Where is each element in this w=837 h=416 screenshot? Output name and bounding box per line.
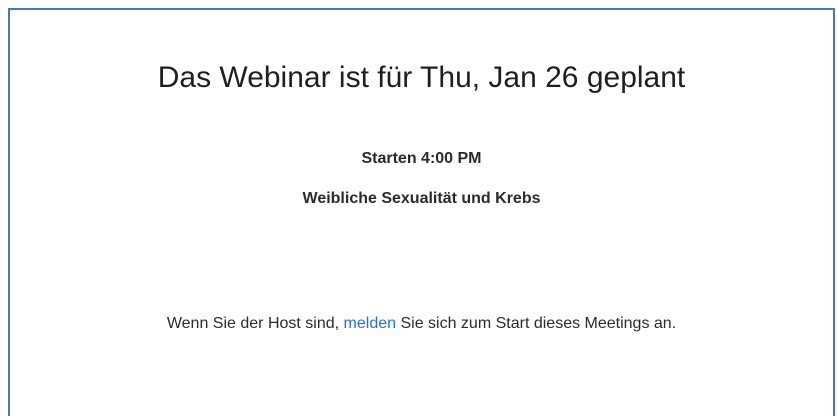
host-note-suffix: Sie sich zum Start dieses Meetings an. bbox=[396, 315, 677, 332]
webinar-panel: Das Webinar ist für Thu, Jan 26 geplant … bbox=[8, 8, 835, 416]
host-login-note: Wenn Sie der Host sind, melden Sie sich … bbox=[10, 314, 833, 334]
login-link[interactable]: melden bbox=[344, 315, 396, 332]
page-title: Das Webinar ist für Thu, Jan 26 geplant bbox=[157, 61, 686, 94]
webinar-topic: Weibliche Sexualität und Krebs bbox=[302, 190, 541, 207]
start-time-label: Starten 4:00 PM bbox=[361, 150, 482, 167]
host-note-prefix: Wenn Sie der Host sind, bbox=[166, 315, 344, 332]
